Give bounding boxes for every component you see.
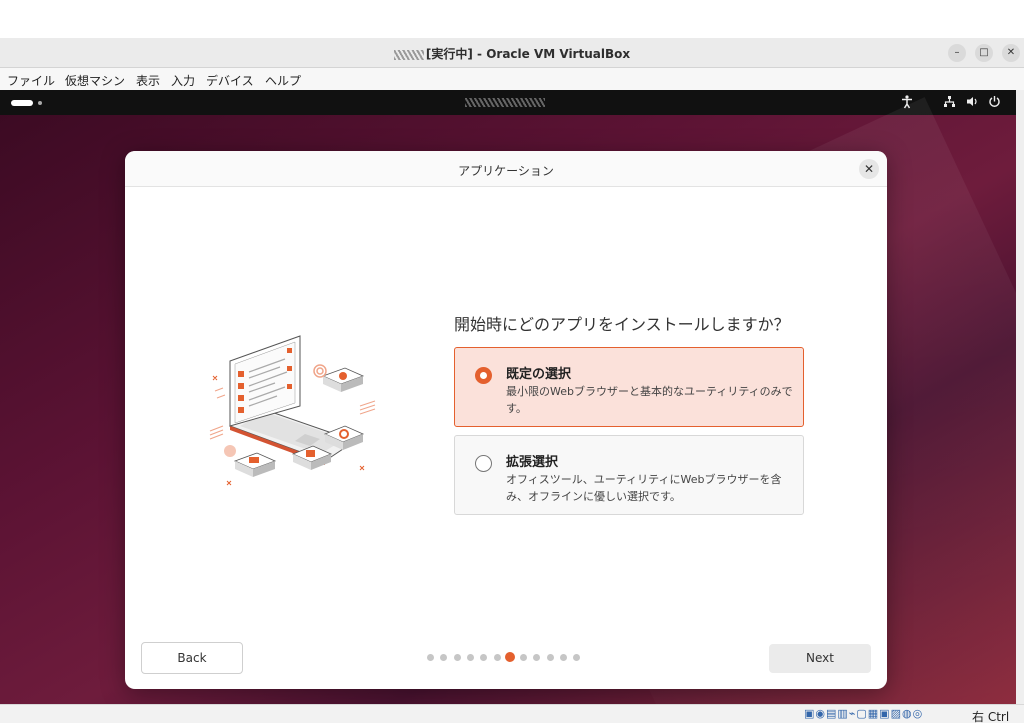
- redacted-clock: [465, 98, 545, 107]
- menu-file[interactable]: ファイル: [7, 72, 55, 89]
- step-pager: [427, 651, 587, 665]
- pager-dot: [546, 654, 554, 661]
- host-menubar: ファイル 仮想マシン 表示 入力 デバイス ヘルプ: [0, 68, 1024, 90]
- dialog-title: アプリケーション: [458, 164, 554, 178]
- pager-dot: [560, 654, 567, 661]
- pager-dot: [493, 654, 501, 661]
- dialog-close-button[interactable]: ✕: [859, 159, 879, 179]
- pager-dot: [440, 654, 448, 661]
- option-default-selection[interactable]: 既定の選択 最小限のWebブラウザーと基本的なユーティリティのみです。: [454, 347, 804, 427]
- power-icon[interactable]: [988, 95, 1001, 108]
- menu-help[interactable]: ヘルプ: [265, 72, 301, 89]
- laptop-apps-illustration: [209, 335, 376, 486]
- pager-dot: [453, 654, 461, 661]
- activities-indicator[interactable]: [11, 100, 33, 106]
- next-button[interactable]: Next: [769, 644, 871, 673]
- workspace-dot: [38, 101, 42, 105]
- host-key-label: 右 Ctrl: [972, 710, 1010, 723]
- menu-machine[interactable]: 仮想マシン: [65, 72, 125, 89]
- option-default-title: 既定の選択: [506, 367, 572, 382]
- radio-extended-selection[interactable]: [475, 455, 492, 472]
- window-title: [実行中] - Oracle VM VirtualBox: [0, 45, 1024, 62]
- pager-dot: [533, 654, 541, 661]
- applications-dialog: アプリケーション ✕ 開始時にどのアプリをインストールしますか？ 既定の選択 最…: [125, 151, 887, 689]
- device-status-icons[interactable]: ▣◉▤▥⌁▢▦▣▨◍◎: [804, 707, 923, 720]
- back-button[interactable]: Back: [141, 642, 243, 674]
- menu-input[interactable]: 入力: [171, 72, 195, 89]
- window-title-text: [実行中] - Oracle VM VirtualBox: [425, 47, 631, 61]
- menu-devices[interactable]: デバイス: [206, 72, 254, 89]
- host-titlebar: [実行中] - Oracle VM VirtualBox – □ ✕: [0, 38, 1024, 68]
- redacted-vm-name: [393, 49, 424, 60]
- pager-dot: [520, 654, 528, 661]
- pager-dot-active: [505, 652, 516, 662]
- pager-dot: [427, 654, 434, 661]
- dialog-header: アプリケーション ✕: [125, 151, 887, 187]
- host-statusbar: ▣◉▤▥⌁▢▦▣▨◍◎ 右 Ctrl: [0, 704, 1024, 723]
- pager-dot: [480, 654, 488, 661]
- option-extended-selection[interactable]: 拡張選択 オフィスツール、ユーティリティにWebブラウザーを含み、オフラインに優…: [454, 435, 804, 515]
- menu-view[interactable]: 表示: [136, 72, 160, 89]
- screen: [実行中] - Oracle VM VirtualBox – □ ✕ ファイル …: [0, 0, 1024, 723]
- video-app-tile: [233, 452, 277, 477]
- host-window-edge: [1016, 90, 1024, 704]
- gnome-topbar: [0, 90, 1016, 115]
- radio-default-selection[interactable]: [475, 367, 492, 384]
- minimize-button[interactable]: –: [948, 44, 966, 62]
- map-app-tile: [321, 367, 365, 392]
- close-window-button[interactable]: ✕: [1002, 44, 1020, 62]
- option-extended-title: 拡張選択: [506, 455, 559, 470]
- maximize-button[interactable]: □: [975, 44, 993, 62]
- install-question: 開始時にどのアプリをインストールしますか？: [454, 315, 790, 334]
- network-icon[interactable]: [943, 95, 956, 108]
- pager-dot: [466, 654, 474, 661]
- option-default-description: 最小限のWebブラウザーと基本的なユーティリティのみです。: [506, 385, 793, 415]
- option-extended-description: オフィスツール、ユーティリティにWebブラウザーを含み、オフラインに優しい選択で…: [506, 473, 782, 503]
- pager-dot: [573, 654, 581, 661]
- volume-icon[interactable]: [966, 95, 979, 108]
- accessibility-icon[interactable]: [901, 95, 913, 109]
